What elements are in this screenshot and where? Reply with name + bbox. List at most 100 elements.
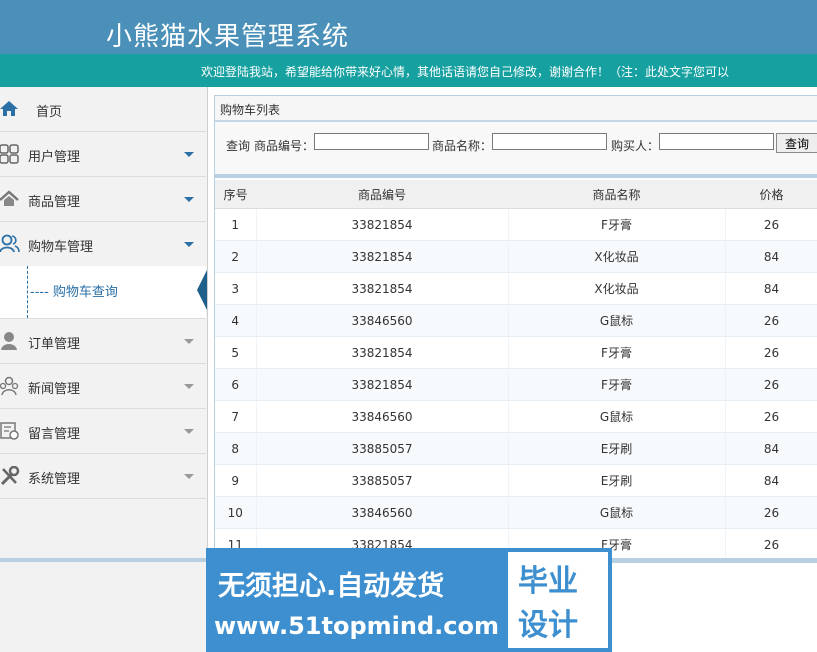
sidebar: 首页 用户管理 商品管理 购物车管理 ---- 购物车查询 订单管理 新闻管理 … xyxy=(0,87,208,652)
home-icon xyxy=(0,101,18,116)
column-header: 商品编号 xyxy=(256,180,508,209)
cell-name: G鼠标 xyxy=(508,304,726,337)
submenu-item-label: 购物车查询 xyxy=(52,285,118,300)
chevron-down-icon xyxy=(184,429,194,434)
cell-name: F牙膏 xyxy=(508,336,726,369)
cell-price: 84 xyxy=(725,464,817,497)
column-header: 序号 xyxy=(215,180,256,209)
table-row: 2 33821854 X化妆品 84 xyxy=(215,240,817,273)
watermark-badge-top: 毕业 xyxy=(518,564,578,599)
cell-code: 33821854 xyxy=(256,368,509,401)
cell-price: 84 xyxy=(725,432,817,465)
search-label: 查询 xyxy=(226,139,251,153)
table-row: 7 33846560 G鼠标 26 xyxy=(215,400,817,433)
sidebar-item-label: 首页 xyxy=(36,105,63,120)
cell-price: 84 xyxy=(725,240,817,273)
product-code-input[interactable] xyxy=(314,133,429,150)
house-icon xyxy=(0,190,19,206)
chevron-down-icon xyxy=(184,384,194,389)
cell-index: 10 xyxy=(215,496,257,529)
sidebar-item-users[interactable]: 用户管理 xyxy=(0,132,206,177)
cell-index: 3 xyxy=(215,272,257,305)
sidebar-item-news[interactable]: 新闻管理 xyxy=(0,364,206,409)
table-row: 1 33821854 F牙膏 26 xyxy=(215,208,817,241)
cell-name: E牙刷 xyxy=(508,432,726,465)
sidebar-item-system[interactable]: 系统管理 xyxy=(0,454,206,499)
table-row: 6 33821854 F牙膏 26 xyxy=(215,368,817,401)
cell-index: 9 xyxy=(215,464,257,497)
chevron-down-icon xyxy=(184,152,194,157)
sidebar-item-orders[interactable]: 订单管理 xyxy=(0,319,206,364)
cell-price: 26 xyxy=(725,304,817,337)
sidebar-item-label: 系统管理 xyxy=(28,472,81,487)
cell-index: 7 xyxy=(215,400,257,433)
sidebar-item-label: 订单管理 xyxy=(28,337,81,352)
active-pointer-icon xyxy=(197,270,207,310)
app-title: 小熊猫水果管理系统 xyxy=(106,22,350,52)
sidebar-item-messages[interactable]: 留言管理 xyxy=(0,409,206,454)
table-row: 3 33821854 X化妆品 84 xyxy=(215,272,817,305)
cart-table: 序号 商品编号 商品名称 价格 1 33821854 F牙膏 26 2 33821854… xyxy=(215,180,817,561)
product-name-input[interactable] xyxy=(492,133,607,150)
cell-price: 26 xyxy=(725,528,817,561)
table-row: 5 33821854 F牙膏 26 xyxy=(215,336,817,369)
cell-price: 26 xyxy=(725,368,817,401)
chevron-down-icon xyxy=(184,339,194,344)
sidebar-item-products[interactable]: 商品管理 xyxy=(0,177,206,222)
cell-code: 33821854 xyxy=(256,336,509,369)
table-row: 8 33885057 E牙刷 84 xyxy=(215,432,817,465)
app-header: 小熊猫水果管理系统 xyxy=(0,0,817,54)
cell-index: 1 xyxy=(215,208,257,241)
cell-name: X化妆品 xyxy=(508,240,726,273)
cell-name: X化妆品 xyxy=(508,272,726,305)
panel-title: 购物车列表 xyxy=(220,103,281,117)
sidebar-item-label: 新闻管理 xyxy=(28,382,81,397)
tools-icon xyxy=(0,466,20,486)
buyer-label: 购买人： xyxy=(611,139,660,153)
sidebar-item-cart[interactable]: 购物车管理 xyxy=(0,222,206,267)
cell-price: 26 xyxy=(725,336,817,369)
buyer-input[interactable] xyxy=(659,133,774,150)
cell-name: G鼠标 xyxy=(508,496,726,529)
cell-index: 5 xyxy=(215,336,257,369)
table-row: 10 33846560 G鼠标 26 xyxy=(215,496,817,529)
sidebar-item-home[interactable]: 首页 xyxy=(0,87,206,132)
watermark-url: www.51topmind.com xyxy=(214,612,499,640)
cell-price: 26 xyxy=(725,400,817,433)
sidebar-item-label: 用户管理 xyxy=(28,150,81,165)
chevron-down-icon xyxy=(184,197,194,202)
group-icon xyxy=(0,376,19,396)
cell-code: 33846560 xyxy=(256,304,509,337)
sidebar-item-label: 商品管理 xyxy=(28,195,81,210)
person-icon xyxy=(1,332,17,350)
submenu-cart: ---- 购物车查询 xyxy=(0,266,207,319)
watermark-badge-bottom: 设计 xyxy=(518,608,578,643)
sidebar-item-label: 购物车管理 xyxy=(28,240,94,255)
cell-name: G鼠标 xyxy=(508,400,726,433)
message-icon xyxy=(0,422,19,440)
watermark-text-block: 无须担心.自动发货 www.51topmind.com xyxy=(206,548,502,652)
table-header-row: 序号 商品编号 商品名称 价格 xyxy=(215,180,817,209)
cell-price: 26 xyxy=(725,208,817,241)
sidebar-item-label: 留言管理 xyxy=(28,427,81,442)
watermark-slogan: 无须担心.自动发货 xyxy=(218,571,445,602)
cell-index: 4 xyxy=(215,304,257,337)
marquee-text: 欢迎登陆我站，希望能给你带来好心情，其他话语请您自己修改，谢谢合作！（注：此处文… xyxy=(201,65,730,79)
submenu-item-cart-query[interactable]: ---- 购物车查询 xyxy=(30,281,118,300)
cell-name: F牙膏 xyxy=(508,208,726,241)
cell-name: F牙膏 xyxy=(508,368,726,401)
cart-list-panel: 购物车列表 查询 商品编号： 商品名称： 购买人： 查询 序号 商品编号 商品名… xyxy=(214,95,817,563)
cell-price: 84 xyxy=(725,272,817,305)
cell-code: 33885057 xyxy=(256,464,509,497)
cell-index: 8 xyxy=(215,432,257,465)
chevron-down-icon xyxy=(184,242,194,247)
cell-code: 33885057 xyxy=(256,432,509,465)
cell-code: 33821854 xyxy=(256,272,509,305)
watermark-banner: 无须担心.自动发货 www.51topmind.com 毕业 设计 xyxy=(206,548,612,652)
search-button[interactable]: 查询 xyxy=(776,133,817,153)
cell-code: 33821854 xyxy=(256,208,509,241)
panel-title-bar: 购物车列表 xyxy=(215,96,817,122)
tree-line xyxy=(27,266,28,318)
table-row: 4 33846560 G鼠标 26 xyxy=(215,304,817,337)
cell-name: E牙刷 xyxy=(508,464,726,497)
